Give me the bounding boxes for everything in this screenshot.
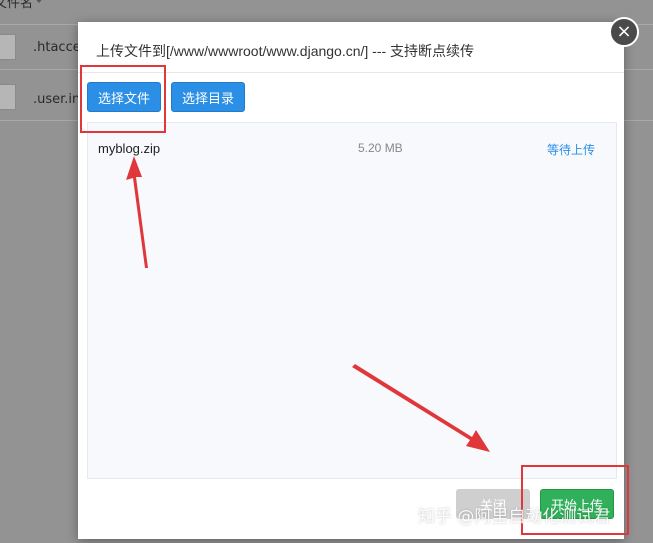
file-status: 等待上传	[547, 143, 596, 157]
background-file-name: .user.in	[33, 92, 81, 107]
file-icon	[0, 34, 16, 60]
select-directory-button[interactable]: 选择目录	[171, 82, 245, 112]
dialog-title: 上传文件到[/www/wwwroot/www.django.cn/] --- 支…	[96, 43, 475, 59]
title-divider	[78, 72, 624, 73]
close-icon[interactable]: ×	[609, 17, 639, 47]
file-icon	[0, 84, 16, 110]
upload-file-list: myblog.zip 5.20 MB 等待上传	[87, 122, 617, 479]
select-file-button[interactable]: 选择文件	[87, 82, 161, 112]
file-name: myblog.zip	[98, 141, 161, 156]
file-size: 5.20 MB	[358, 141, 403, 155]
column-header-filename: 文件名	[0, 0, 34, 11]
upload-dialog: 上传文件到[/www/wwwroot/www.django.cn/] --- 支…	[78, 22, 624, 539]
watermark: 知乎 @阿里自动化测试君	[418, 507, 611, 527]
sort-caret-icon	[33, 0, 45, 3]
